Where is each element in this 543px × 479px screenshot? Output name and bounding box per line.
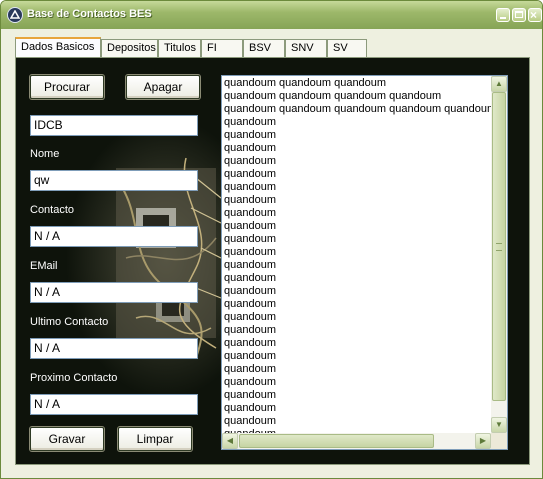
list-item[interactable]: quandoum (224, 272, 492, 285)
tab-dados-basicos[interactable]: Dados Basicos (15, 37, 101, 58)
list-item[interactable]: quandoum (224, 168, 492, 181)
vertical-scrollbar[interactable]: ▲ ▼ (491, 76, 507, 433)
list-item[interactable]: quandoum (224, 324, 492, 337)
list-item[interactable]: quandoum (224, 285, 492, 298)
scroll-corner (491, 433, 507, 449)
horizontal-scrollbar[interactable]: ◀ ▶ (222, 433, 491, 449)
title-bar[interactable]: Base de Contactos BES × (1, 1, 542, 29)
nome-field[interactable]: qw (30, 170, 198, 191)
list-item[interactable]: quandoum (224, 194, 492, 207)
list-items: quandoum quandoum quandoum quandoum quand… (224, 77, 507, 441)
contacto-label: Contacto (30, 204, 75, 216)
list-item[interactable]: quandoum (224, 233, 492, 246)
list-item[interactable]: quandoum (224, 363, 492, 376)
minimize-icon[interactable] (496, 8, 510, 22)
close-icon[interactable]: × (528, 8, 542, 22)
list-item[interactable]: quandoum quandoum quandoum quandoum (224, 90, 492, 103)
list-item[interactable]: quandoum (224, 129, 492, 142)
maximize-icon[interactable] (512, 8, 526, 22)
scroll-left-icon[interactable]: ◀ (222, 433, 238, 449)
list-item[interactable]: quandoum (224, 311, 492, 324)
list-item[interactable]: quandoum (224, 220, 492, 233)
tab-depositos[interactable]: Depositos (101, 39, 158, 57)
email-label: EMail (30, 260, 58, 272)
procurar-button[interactable]: Procurar (30, 75, 104, 99)
list-item[interactable]: quandoum (224, 298, 492, 311)
list-item[interactable]: quandoum (224, 155, 492, 168)
idcb-field[interactable]: IDCB (30, 115, 198, 136)
window-title: Base de Contactos BES (27, 8, 152, 20)
list-item[interactable]: quandoum (224, 207, 492, 220)
dados-basicos-panel: Procurar Apagar IDCB Nome qw Contacto N … (15, 57, 530, 465)
scroll-down-icon[interactable]: ▼ (491, 417, 507, 433)
ultimo-contacto-field[interactable]: N / A (30, 338, 198, 359)
tab-titulos[interactable]: Titulos (158, 39, 201, 57)
list-item[interactable]: quandoum (224, 246, 492, 259)
proximo-contacto-field[interactable]: N / A (30, 394, 198, 415)
scroll-up-icon[interactable]: ▲ (491, 76, 507, 92)
list-item[interactable]: quandoum (224, 337, 492, 350)
gravar-button[interactable]: Gravar (30, 427, 104, 451)
list-item[interactable]: quandoum quandoum quandoum quandoum quan… (224, 103, 507, 116)
ultimo-contacto-label: Ultimo Contacto (30, 316, 109, 328)
list-item[interactable]: quandoum (224, 389, 492, 402)
app-window: Base de Contactos BES × Dados Basicos De… (0, 0, 543, 479)
tab-bsv[interactable]: BSV (243, 39, 285, 57)
nome-label: Nome (30, 148, 60, 160)
tab-sv[interactable]: SV (327, 39, 367, 57)
proximo-contacto-label: Proximo Contacto (30, 372, 118, 384)
limpar-button[interactable]: Limpar (118, 427, 192, 451)
tab-snv[interactable]: SNV (285, 39, 327, 57)
contacts-listbox[interactable]: quandoum quandoum quandoum quandoum quand… (221, 75, 508, 450)
tab-fi[interactable]: FI (201, 39, 243, 57)
contacto-field[interactable]: N / A (30, 226, 198, 247)
list-item[interactable]: quandoum (224, 376, 492, 389)
horizontal-scroll-thumb[interactable] (239, 434, 434, 448)
list-item[interactable]: quandoum (224, 402, 492, 415)
list-item[interactable]: quandoum (224, 350, 492, 363)
list-item[interactable]: quandoum (224, 259, 492, 272)
apagar-button[interactable]: Apagar (126, 75, 200, 99)
vertical-scroll-thumb[interactable] (492, 92, 506, 401)
list-item[interactable]: quandoum (224, 142, 492, 155)
list-item[interactable]: quandoum (224, 181, 492, 194)
list-item[interactable]: quandoum (224, 415, 492, 428)
list-item[interactable]: quandoum quandoum quandoum (224, 77, 492, 90)
email-field[interactable]: N / A (30, 282, 198, 303)
scroll-right-icon[interactable]: ▶ (475, 433, 491, 449)
list-item[interactable]: quandoum (224, 116, 492, 129)
app-icon[interactable] (7, 7, 23, 23)
